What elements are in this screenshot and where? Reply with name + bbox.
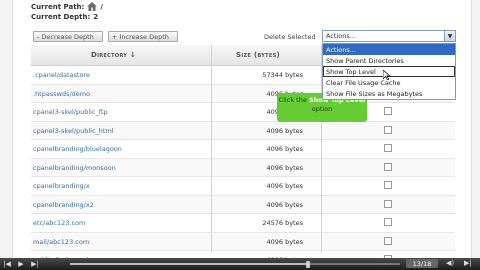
directory-link[interactable]: cpanel3-skel/public_html bbox=[33, 127, 114, 135]
tooltip-suffix: option bbox=[311, 105, 333, 113]
skip-back-icon[interactable]: |◀ bbox=[0, 260, 14, 268]
right-border bbox=[471, 0, 480, 258]
increase-depth-button[interactable]: + Increase Depth bbox=[108, 31, 178, 42]
row-checkbox[interactable] bbox=[384, 162, 392, 171]
mouse-cursor-icon bbox=[383, 70, 391, 80]
directory-link[interactable]: mail/abc123.com bbox=[33, 238, 89, 246]
size-value: 4096 bytes bbox=[266, 182, 303, 190]
skip-forward-icon[interactable]: ▶| bbox=[28, 260, 42, 268]
directory-link[interactable]: cpanelbranding/bluelagoon bbox=[33, 145, 122, 153]
sort-arrow-icon: ↓ bbox=[129, 51, 137, 59]
chevron-down-icon[interactable]: ▼ bbox=[444, 31, 455, 41]
column-divider bbox=[211, 45, 212, 253]
current-depth-label: Current Depth: bbox=[31, 13, 91, 21]
row-checkbox[interactable] bbox=[384, 144, 392, 152]
dropdown-option[interactable]: Show File Sizes as Megabytes bbox=[323, 88, 455, 99]
progress-fill bbox=[70, 263, 308, 265]
row-checkbox[interactable] bbox=[384, 107, 392, 115]
tooltip-prefix: Click the bbox=[278, 96, 307, 104]
column-header-size[interactable]: Size (bytes) bbox=[236, 51, 280, 59]
directory-link[interactable]: cpanel3-skel/public_ftp bbox=[33, 108, 108, 116]
current-path-value[interactable]: / bbox=[100, 3, 103, 11]
dropdown-option[interactable]: Actions... bbox=[323, 44, 455, 55]
size-value: 4096 bytes bbox=[266, 200, 303, 209]
actions-select-value: Actions... bbox=[326, 32, 356, 40]
exit-icon[interactable]: ▶| bbox=[464, 259, 472, 267]
page: Current Path: / Current Depth: 2 - Decre… bbox=[0, 0, 480, 270]
table-row: cpanelbranding/monsoon 4096 bytes bbox=[31, 158, 455, 177]
table-row: cpanelbranding/bluelagoon 4096 bytes bbox=[31, 140, 455, 159]
size-value: 4096 bytes bbox=[266, 163, 303, 172]
column-header-directory-label: Directory bbox=[91, 51, 128, 59]
current-depth-value: 2 bbox=[93, 13, 99, 21]
size-value: 24576 bytes bbox=[262, 219, 303, 227]
slide-counter: 13/18 bbox=[406, 259, 438, 268]
table-row: cpanel3-skel/public_ftp4096 bytes bbox=[31, 103, 455, 122]
row-checkbox[interactable] bbox=[384, 236, 392, 245]
progress-thumb[interactable] bbox=[305, 261, 310, 268]
table-row: mail/abc123.com 4096 bytes bbox=[31, 232, 455, 251]
left-border bbox=[0, 0, 13, 258]
directory-link[interactable]: cpanelbranding/x2 bbox=[33, 201, 94, 209]
size-value: 4096 bytes bbox=[266, 145, 303, 153]
directory-link[interactable]: cpanelbranding/x bbox=[33, 182, 90, 190]
row-checkbox[interactable] bbox=[384, 125, 392, 134]
row-checkbox[interactable] bbox=[384, 199, 392, 208]
size-value: 4096 bytes bbox=[266, 237, 303, 246]
directory-link[interactable]: cpanelbranding/monsoon bbox=[33, 164, 116, 172]
current-path-label: Current Path: bbox=[31, 2, 85, 11]
directory-link[interactable]: .cpanel/datastore bbox=[33, 71, 90, 79]
actions-select[interactable]: Actions... ▼ bbox=[322, 30, 456, 42]
row-checkbox[interactable] bbox=[384, 218, 392, 226]
current-depth: Current Depth: 2 bbox=[31, 13, 98, 21]
directory-link[interactable]: etc/abc123.com bbox=[33, 219, 85, 227]
volume-icon[interactable]: ◀) bbox=[446, 259, 454, 267]
delete-selected-link[interactable]: Delete Selected bbox=[264, 33, 316, 41]
directory-link[interactable]: .htpasswds/demo bbox=[33, 90, 90, 98]
column-header-directory[interactable]: Directory ↓ bbox=[91, 51, 136, 59]
table-row: etc/abc123.com 24576 bytes bbox=[31, 214, 455, 233]
size-value: 57344 bytes bbox=[262, 71, 303, 79]
table-row: cpanelbranding/x 4096 bytes bbox=[31, 177, 455, 196]
dropdown-option[interactable]: Show Parent Directories bbox=[323, 55, 455, 66]
table-row: cpanelbranding/x2 4096 bytes bbox=[31, 195, 455, 214]
size-value: 4096 bytes bbox=[266, 126, 303, 135]
decrease-depth-button[interactable]: - Decrease Depth bbox=[33, 31, 103, 42]
play-icon[interactable]: ▶ bbox=[14, 260, 28, 268]
current-path: Current Path: / bbox=[31, 2, 103, 11]
home-icon[interactable] bbox=[87, 2, 98, 11]
progress-track[interactable] bbox=[70, 263, 400, 265]
table-row: cpanel3-skel/public_html 4096 bytes bbox=[31, 121, 455, 140]
row-checkbox[interactable] bbox=[384, 181, 392, 189]
